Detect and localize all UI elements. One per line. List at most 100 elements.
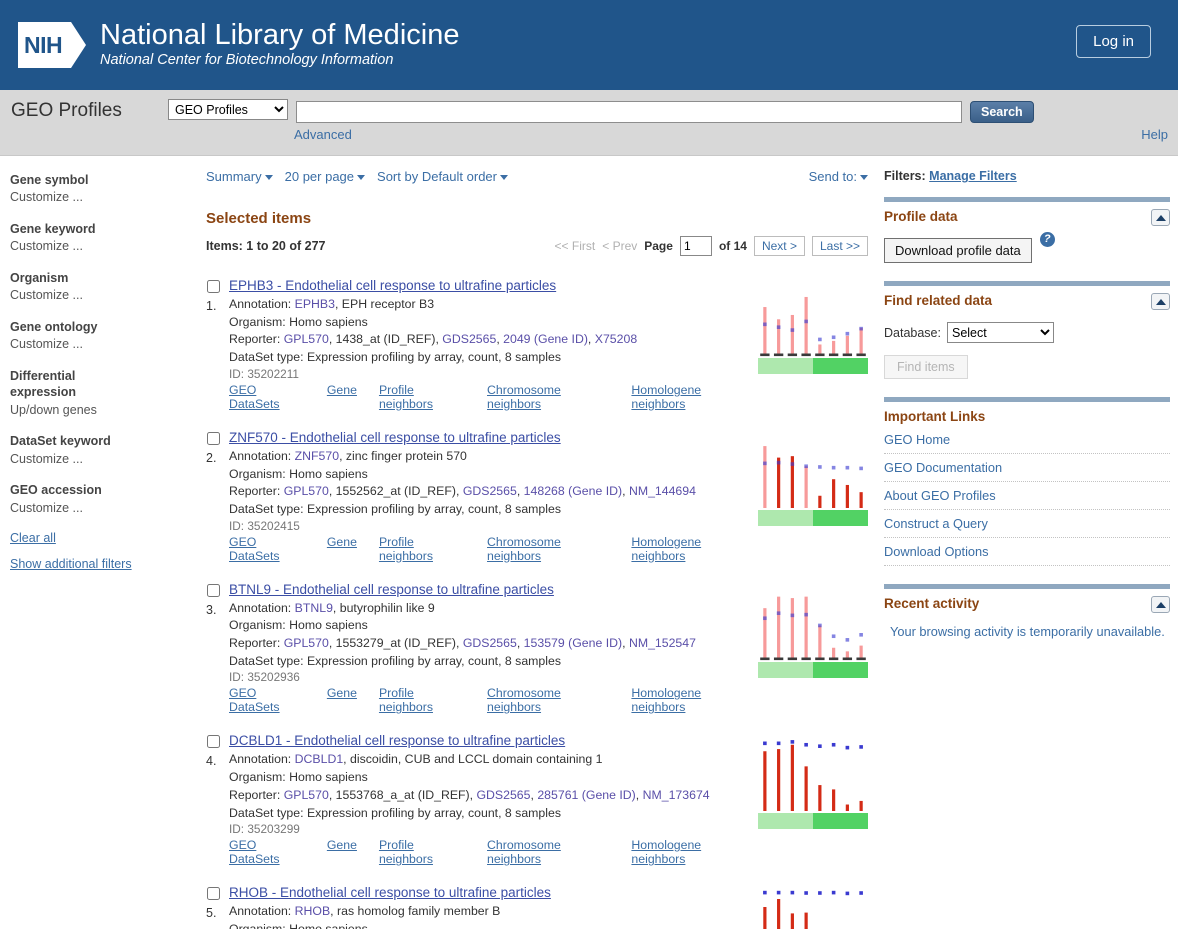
filter-customize-link[interactable]: Customize ...: [10, 237, 185, 256]
link-profile-neighbors[interactable]: Profile neighbors: [379, 838, 465, 866]
link-download-options[interactable]: Download Options: [884, 538, 1170, 566]
result-title-link[interactable]: EPHB3 - Endothelial cell response to ult…: [229, 278, 750, 293]
result-checkbox[interactable]: [207, 431, 220, 445]
per-page-dropdown[interactable]: 20 per page: [285, 169, 366, 184]
panel-divider: [884, 197, 1170, 202]
dataset-value: Expression profiling by array, count, 8 …: [306, 653, 561, 668]
database-title: GEO Profiles: [11, 100, 122, 121]
organism-label: Organism:: [229, 466, 286, 481]
result-checkbox[interactable]: [207, 583, 220, 597]
result-body: EPHB3 - Endothelial cell response to ult…: [229, 278, 750, 411]
page-number-input[interactable]: [679, 236, 712, 256]
results-toolbar: Summary 20 per page Sort by Default orde…: [203, 169, 868, 184]
annotation-desc: , butyrophilin like 9: [332, 600, 435, 615]
link-profile-neighbors[interactable]: Profile neighbors: [379, 383, 465, 411]
reporter-geneid: 153579 (Gene ID): [523, 636, 623, 651]
profile-chart[interactable]: [758, 582, 868, 683]
result-title-link[interactable]: RHOB - Endothelial cell response to ultr…: [229, 885, 750, 900]
reporter-gds: GDS2565: [476, 787, 531, 802]
database-select[interactable]: GEO Profiles: [168, 99, 288, 120]
link-homologene-neighbors[interactable]: Homologene neighbors: [631, 686, 750, 714]
link-profile-neighbors[interactable]: Profile neighbors: [379, 535, 465, 563]
link-homologene-neighbors[interactable]: Homologene neighbors: [631, 838, 750, 866]
result-reporter: Reporter: GPL570, 1552562_at (ID_REF), G…: [229, 484, 696, 499]
profile-chart[interactable]: [758, 733, 868, 834]
advanced-search-link[interactable]: Advanced: [294, 127, 352, 142]
filter-customize-link[interactable]: Customize ...: [10, 188, 185, 207]
send-to-dropdown[interactable]: Send to:: [809, 169, 868, 184]
next-page-button[interactable]: Next >: [753, 236, 805, 256]
last-page-button[interactable]: Last >>: [811, 236, 868, 256]
profile-chart[interactable]: [758, 278, 868, 379]
filter-customize-link[interactable]: Customize ...: [10, 286, 185, 305]
organism-value: Homo sapiens: [289, 770, 368, 785]
result-checkbox-cell: [203, 582, 229, 715]
profile-chart[interactable]: [758, 430, 868, 531]
help-question-icon[interactable]: ?: [1039, 232, 1055, 247]
collapse-chevron-up-icon[interactable]: [1151, 596, 1170, 613]
result-dataset-type: DataSet type: Expression profiling by ar…: [229, 501, 750, 519]
result-annotation: Annotation: BTNL9, butyrophilin like 9: [229, 600, 750, 618]
link-geo-home[interactable]: GEO Home: [884, 426, 1170, 454]
link-geo-datasets[interactable]: GEO DataSets: [229, 383, 305, 411]
result-checkbox[interactable]: [207, 887, 220, 901]
profile-chart[interactable]: [758, 885, 868, 929]
search-input[interactable]: [296, 101, 962, 123]
result-title-link[interactable]: BTNL9 - Endothelial cell response to ult…: [229, 582, 750, 597]
first-page-button: << First: [554, 239, 596, 253]
recent-activity-panel: Recent activity Your browsing activity i…: [884, 584, 1170, 642]
collapse-chevron-up-icon[interactable]: [1151, 209, 1170, 226]
link-homologene-neighbors[interactable]: Homologene neighbors: [631, 535, 750, 563]
link-gene[interactable]: Gene: [327, 686, 357, 714]
dataset-value: Expression profiling by array, count, 8 …: [306, 350, 561, 365]
sidebar-item-differential-expression: Differential expression Up/down genes: [10, 368, 185, 419]
collapse-chevron-up-icon[interactable]: [1151, 293, 1170, 310]
result-dataset-type: DataSet type: Expression profiling by ar…: [229, 349, 750, 367]
result-title-link[interactable]: DCBLD1 - Endothelial cell response to ul…: [229, 733, 750, 748]
link-geo-datasets[interactable]: GEO DataSets: [229, 686, 305, 714]
link-about-geo-profiles[interactable]: About GEO Profiles: [884, 482, 1170, 510]
link-construct-a-query[interactable]: Construct a Query: [884, 510, 1170, 538]
result-checkbox[interactable]: [207, 280, 220, 293]
link-gene[interactable]: Gene: [327, 383, 357, 411]
result-annotation: Annotation: EPHB3, EPH receptor B3: [229, 296, 750, 314]
login-button[interactable]: Log in: [1076, 25, 1151, 58]
profile-data-panel: Profile data Download profile data ?: [884, 197, 1170, 263]
link-gene[interactable]: Gene: [327, 838, 357, 866]
link-geo-datasets[interactable]: GEO DataSets: [229, 838, 305, 866]
download-profile-data-button[interactable]: Download profile data: [884, 238, 1032, 263]
filter-updown-genes-link[interactable]: Up/down genes: [10, 401, 185, 420]
link-chromosome-neighbors[interactable]: Chromosome neighbors: [487, 838, 609, 866]
search-button[interactable]: Search: [970, 101, 1034, 123]
filters-line: Filters: Manage Filters: [884, 169, 1170, 183]
display-format-dropdown[interactable]: Summary: [206, 169, 273, 184]
link-profile-neighbors[interactable]: Profile neighbors: [379, 686, 465, 714]
annotation-label: Annotation:: [229, 904, 292, 919]
link-homologene-neighbors[interactable]: Homologene neighbors: [631, 383, 750, 411]
reporter-probe: 1552562_at (ID_REF): [335, 484, 456, 499]
filter-customize-link[interactable]: Customize ...: [10, 450, 185, 469]
result-title-link[interactable]: ZNF570 - Endothelial cell response to ul…: [229, 430, 750, 445]
result-id: ID: 35202415: [229, 518, 300, 533]
link-gene[interactable]: Gene: [327, 535, 357, 563]
link-chromosome-neighbors[interactable]: Chromosome neighbors: [487, 535, 609, 563]
link-chromosome-neighbors[interactable]: Chromosome neighbors: [487, 686, 609, 714]
reporter-probe: 1438_at (ID_REF): [335, 332, 436, 347]
filter-customize-link[interactable]: Customize ...: [10, 335, 185, 354]
search-bar: GEO Profiles GEO Profiles Search Advance…: [0, 90, 1178, 156]
manage-filters-link[interactable]: Manage Filters: [929, 169, 1017, 183]
clear-all-link[interactable]: Clear all: [10, 531, 185, 545]
result-checkbox[interactable]: [207, 735, 220, 749]
reporter-geneid: 285761 (Gene ID): [537, 787, 636, 802]
chevron-down-icon: [357, 175, 366, 181]
link-chromosome-neighbors[interactable]: Chromosome neighbors: [487, 383, 609, 411]
link-geo-datasets[interactable]: GEO DataSets: [229, 535, 305, 563]
show-additional-filters-link[interactable]: Show additional filters: [10, 557, 185, 571]
filter-customize-link[interactable]: Customize ...: [10, 499, 185, 518]
page-label: Page: [644, 239, 673, 253]
annotation-label: Annotation:: [229, 448, 292, 463]
help-link[interactable]: Help: [1141, 127, 1168, 142]
related-database-select[interactable]: Select: [946, 322, 1054, 343]
link-geo-documentation[interactable]: GEO Documentation: [884, 454, 1170, 482]
sort-dropdown[interactable]: Sort by Default order: [377, 169, 508, 184]
